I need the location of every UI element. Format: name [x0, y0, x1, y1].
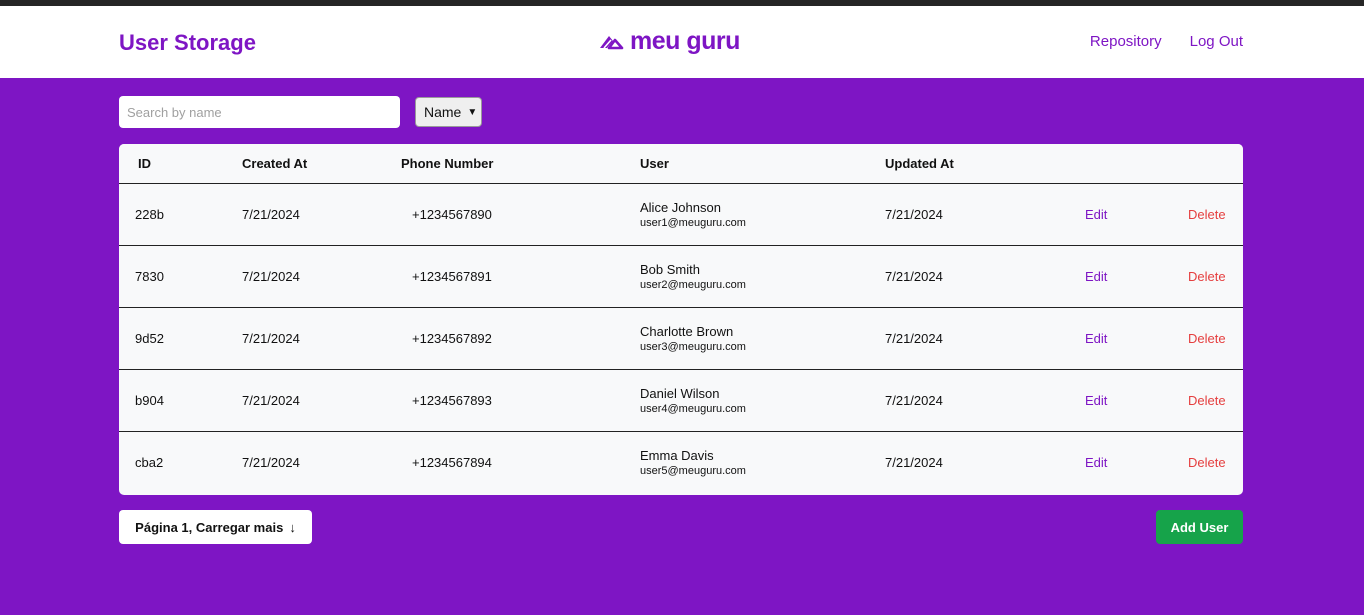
cell-updated-at: 7/21/2024 [885, 393, 943, 408]
column-header-id: ID [138, 156, 151, 171]
table-row: 7830 7/21/2024 +1234567891 Bob Smith use… [119, 246, 1243, 308]
cell-id: 9d52 [135, 331, 164, 346]
cell-created-at: 7/21/2024 [242, 207, 300, 222]
column-header-updated-at: Updated At [885, 156, 954, 171]
meuguru-logo-icon [600, 35, 624, 49]
cell-phone: +1234567891 [412, 269, 492, 284]
load-more-label: Página 1, Carregar mais [135, 519, 284, 535]
delete-button[interactable]: Delete [1188, 331, 1226, 346]
cell-user-email: user3@meuguru.com [640, 341, 746, 353]
logo: meu guru [598, 27, 740, 56]
header: User Storage meu guru Repository Log Out [0, 6, 1364, 78]
chevron-down-icon: ▼ [467, 106, 478, 118]
cell-phone: +1234567890 [412, 207, 492, 222]
cell-user-name: Charlotte Brown [640, 324, 734, 339]
add-user-button[interactable]: Add User [1156, 510, 1243, 544]
table-row: 9d52 7/21/2024 +1234567892 Charlotte Bro… [119, 308, 1243, 370]
delete-button[interactable]: Delete [1188, 207, 1226, 222]
table-header: ID Created At Phone Number User Updated … [119, 144, 1243, 184]
arrow-down-icon: ↓ [289, 519, 296, 535]
users-table: ID Created At Phone Number User Updated … [119, 144, 1243, 495]
cell-phone: +1234567894 [412, 455, 492, 470]
cell-id: b904 [135, 393, 164, 408]
delete-button[interactable]: Delete [1188, 393, 1226, 408]
table-row: 228b 7/21/2024 +1234567890 Alice Johnson… [119, 184, 1243, 246]
table-row: cba2 7/21/2024 +1234567894 Emma Davis us… [119, 432, 1243, 494]
table-row: b904 7/21/2024 +1234567893 Daniel Wilson… [119, 370, 1243, 432]
nav-logout-link[interactable]: Log Out [1190, 33, 1243, 50]
cell-user-name: Alice Johnson [640, 200, 721, 215]
edit-button[interactable]: Edit [1085, 393, 1107, 408]
cell-updated-at: 7/21/2024 [885, 269, 943, 284]
cell-phone: +1234567893 [412, 393, 492, 408]
cell-user-name: Emma Davis [640, 448, 714, 463]
cell-user-name: Daniel Wilson [640, 386, 720, 401]
edit-button[interactable]: Edit [1085, 269, 1107, 284]
cell-user-email: user4@meuguru.com [640, 403, 746, 415]
edit-button[interactable]: Edit [1085, 455, 1107, 470]
cell-id: 7830 [135, 269, 164, 284]
edit-button[interactable]: Edit [1085, 207, 1107, 222]
app-title: User Storage [119, 30, 256, 55]
cell-created-at: 7/21/2024 [242, 455, 300, 470]
cell-phone: +1234567892 [412, 331, 492, 346]
cell-created-at: 7/21/2024 [242, 331, 300, 346]
cell-id: cba2 [135, 455, 164, 470]
sort-select[interactable]: Name ▼ [415, 97, 482, 127]
delete-button[interactable]: Delete [1188, 455, 1226, 470]
cell-user-name: Bob Smith [640, 262, 700, 277]
column-header-phone: Phone Number [401, 156, 494, 171]
search-input[interactable] [119, 96, 400, 128]
cell-updated-at: 7/21/2024 [885, 207, 943, 222]
sort-select-value: Name [424, 104, 462, 120]
cell-updated-at: 7/21/2024 [885, 455, 943, 470]
edit-button[interactable]: Edit [1085, 331, 1107, 346]
load-more-button[interactable]: Página 1, Carregar mais ↓ [119, 510, 312, 544]
column-header-created-at: Created At [242, 156, 308, 171]
top-nav: Repository Log Out [1090, 33, 1243, 50]
column-header-user: User [640, 156, 669, 171]
cell-created-at: 7/21/2024 [242, 269, 300, 284]
delete-button[interactable]: Delete [1188, 269, 1226, 284]
nav-repository-link[interactable]: Repository [1090, 33, 1162, 50]
cell-user-email: user5@meuguru.com [640, 465, 746, 477]
cell-user-email: user1@meuguru.com [640, 217, 746, 229]
cell-id: 228b [135, 207, 164, 222]
logo-text: meu guru [630, 27, 740, 55]
cell-user-email: user2@meuguru.com [640, 279, 746, 291]
cell-updated-at: 7/21/2024 [885, 331, 943, 346]
cell-created-at: 7/21/2024 [242, 393, 300, 408]
